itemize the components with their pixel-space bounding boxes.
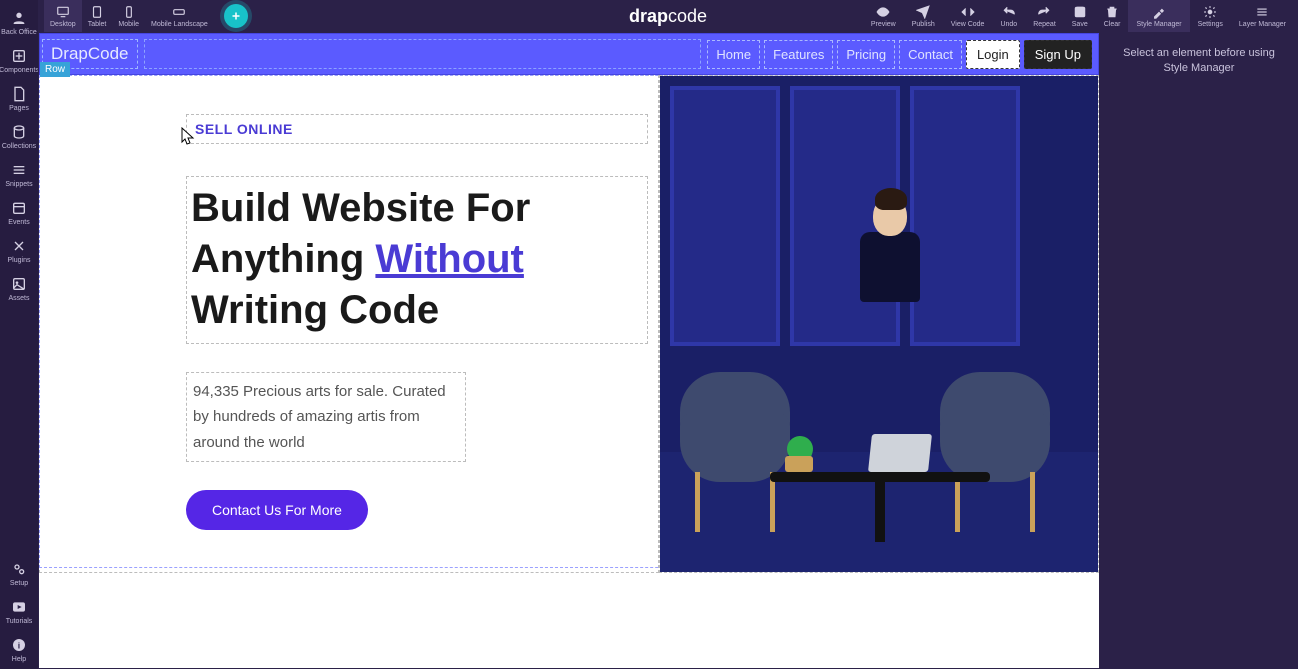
sidebar-assets[interactable]: Assets xyxy=(0,270,38,308)
sidebar-snippets[interactable]: Snippets xyxy=(0,156,38,194)
action-layer-manager[interactable]: Layer Manager xyxy=(1231,0,1294,32)
action-settings[interactable]: Settings xyxy=(1190,0,1231,32)
action-undo[interactable]: Undo xyxy=(992,0,1025,32)
device-mobile[interactable]: Mobile xyxy=(112,0,145,32)
sidebar-events[interactable]: Events xyxy=(0,194,38,232)
top-actions: Preview Publish View Code Undo Repeat Sa… xyxy=(863,0,1298,32)
sidebar-label: Tutorials xyxy=(6,618,33,625)
device-tablet[interactable]: Tablet xyxy=(82,0,113,32)
selection-tag: Row xyxy=(40,62,70,77)
nav-contact[interactable]: Contact xyxy=(899,40,962,69)
sidebar-pages[interactable]: Pages xyxy=(0,80,38,118)
hero-paragraph[interactable]: 94,335 Precious arts for sale. Curated b… xyxy=(186,372,466,463)
sidebar-label: Events xyxy=(8,219,29,226)
app-logo: drapcode xyxy=(629,6,707,27)
sidebar-help[interactable]: i Help xyxy=(0,631,38,669)
nav-home[interactable]: Home xyxy=(707,40,760,69)
sidebar-label: Assets xyxy=(8,295,29,302)
hero-left-column[interactable]: SELL ONLINE Build Website For Anything W… xyxy=(39,75,659,573)
sidebar-label: Pages xyxy=(9,105,29,112)
sidebar-collections[interactable]: Collections xyxy=(0,118,38,156)
design-canvas[interactable]: Row DrapCode Home Features Pricing Conta… xyxy=(38,32,1100,669)
sidebar-label: Back Office xyxy=(1,29,37,36)
svg-text:i: i xyxy=(18,640,20,650)
style-manager-panel: Select an element before using Style Man… xyxy=(1100,32,1298,669)
sidebar-label: Help xyxy=(12,656,26,663)
sidebar-label: Plugins xyxy=(8,257,31,264)
style-manager-hint: Select an element before using Style Man… xyxy=(1110,46,1288,77)
hero-cta-button[interactable]: Contact Us For More xyxy=(186,490,368,530)
add-component-button[interactable] xyxy=(224,4,248,28)
device-mobile-landscape[interactable]: Mobile Landscape xyxy=(145,0,214,32)
hero-section[interactable]: SELL ONLINE Build Website For Anything W… xyxy=(39,75,1099,573)
sidebar-back-office[interactable]: Back Office xyxy=(0,4,38,42)
sidebar-tutorials[interactable]: Tutorials xyxy=(0,593,38,631)
hero-image[interactable] xyxy=(659,75,1099,573)
sidebar-setup[interactable]: Setup xyxy=(0,555,38,593)
action-publish[interactable]: Publish xyxy=(904,0,943,32)
nav-pricing[interactable]: Pricing xyxy=(837,40,895,69)
action-repeat[interactable]: Repeat xyxy=(1025,0,1064,32)
nav-signup-button[interactable]: Sign Up xyxy=(1024,40,1092,69)
sidebar-label: Components xyxy=(0,67,39,74)
nav-login-button[interactable]: Login xyxy=(966,40,1020,69)
sidebar-components[interactable]: Components xyxy=(0,42,38,80)
top-bar: Desktop Tablet Mobile Mobile Landscape d… xyxy=(38,0,1298,32)
sidebar-label: Snippets xyxy=(5,181,32,188)
nav-features[interactable]: Features xyxy=(764,40,833,69)
action-preview[interactable]: Preview xyxy=(863,0,904,32)
hero-illustration xyxy=(660,76,1098,572)
device-desktop[interactable]: Desktop xyxy=(44,0,82,32)
left-sidebar: Back Office Components Pages Collections… xyxy=(0,0,38,669)
action-style-manager[interactable]: Style Manager xyxy=(1128,0,1189,32)
device-switcher: Desktop Tablet Mobile Mobile Landscape xyxy=(44,0,248,32)
nav-links: Home Features Pricing Contact Login Sign… xyxy=(707,40,1092,69)
sidebar-plugins[interactable]: Plugins xyxy=(0,232,38,270)
sidebar-label: Setup xyxy=(10,580,28,587)
site-navbar[interactable]: Row DrapCode Home Features Pricing Conta… xyxy=(39,33,1099,75)
action-view-code[interactable]: View Code xyxy=(943,0,993,32)
nav-spacer[interactable] xyxy=(144,39,702,69)
hero-tag[interactable]: SELL ONLINE xyxy=(186,114,648,144)
hero-headline[interactable]: Build Website For Anything Without Writi… xyxy=(186,176,648,344)
action-save[interactable]: Save xyxy=(1064,0,1096,32)
sidebar-label: Collections xyxy=(2,143,36,150)
action-clear[interactable]: Clear xyxy=(1096,0,1129,32)
